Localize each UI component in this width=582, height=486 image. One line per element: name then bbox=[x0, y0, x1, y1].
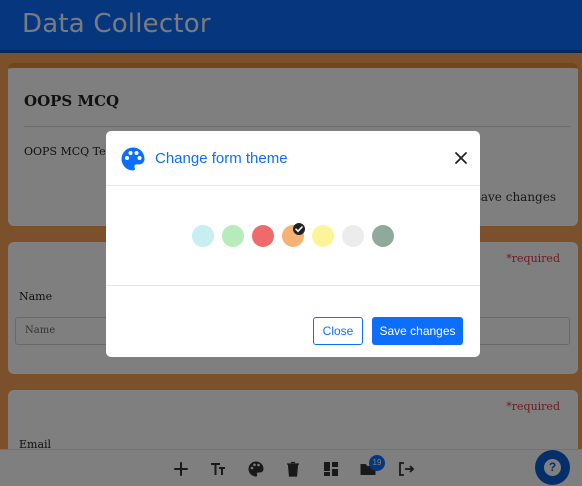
theme-modal: Change form theme Close Save changes bbox=[106, 131, 480, 357]
color-swatch[interactable] bbox=[192, 225, 214, 247]
save-changes-button[interactable]: Save changes bbox=[372, 317, 463, 345]
color-swatch[interactable] bbox=[222, 225, 244, 247]
palette-icon bbox=[120, 146, 146, 172]
color-swatch[interactable] bbox=[252, 225, 274, 247]
modal-header: Change form theme bbox=[106, 131, 480, 186]
modal-title: Change form theme bbox=[155, 150, 288, 167]
color-swatch[interactable] bbox=[342, 225, 364, 247]
color-swatch[interactable] bbox=[312, 225, 334, 247]
color-swatch[interactable] bbox=[372, 225, 394, 247]
close-icon[interactable] bbox=[453, 150, 469, 166]
close-button[interactable]: Close bbox=[313, 317, 363, 345]
checkmark-icon bbox=[293, 223, 305, 235]
